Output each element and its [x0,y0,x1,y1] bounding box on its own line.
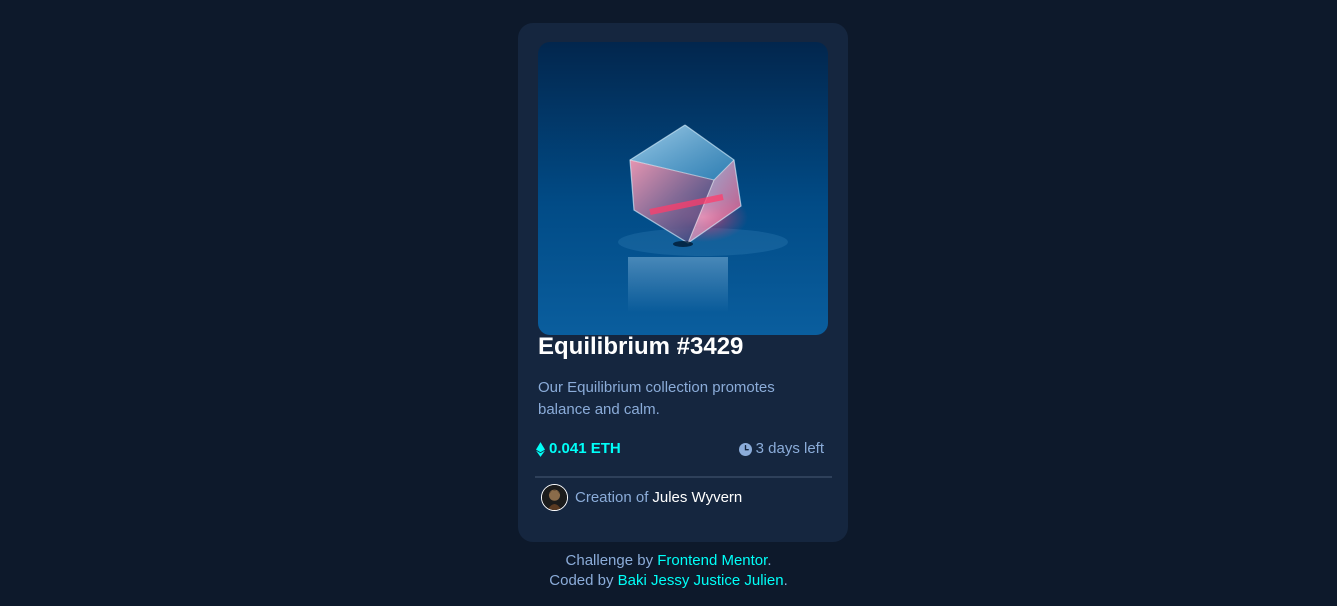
attribution-line1-suffix: . [767,552,772,569]
price-info: 0.041 ETH [536,440,621,458]
attribution-line-2: Coded by Baki Jessy Justice Julien. [0,571,1337,591]
attribution-coded-prefix: Coded by [549,572,614,589]
attribution-challenge-prefix: Challenge by [565,552,654,569]
ethereum-icon [536,441,545,457]
creator-prefix: Creation of [575,489,649,506]
divider [535,476,832,478]
nft-card: Equilibrium #3429 Our Equilibrium collec… [518,23,848,542]
author-link[interactable]: Baki Jessy Justice Julien [618,572,784,589]
time-remaining: 3 days left [738,440,824,458]
frontend-mentor-link[interactable]: Frontend Mentor [657,552,767,569]
nft-description: Our Equilibrium collection promotes bala… [538,379,775,418]
clock-icon [738,442,752,456]
attribution-line2-suffix: . [783,572,788,589]
attribution-line-1: Challenge by Frontend Mentor. [0,551,1337,571]
nft-title[interactable]: Equilibrium #3429 [538,333,743,361]
price-value: 0.041 ETH [549,440,621,457]
creator-avatar[interactable] [541,484,568,511]
time-value: 3 days left [755,440,824,457]
attribution: Challenge by Frontend Mentor. Coded by B… [0,551,1337,591]
creator-info: Creation of Jules Wyvern [541,484,742,511]
creator-name[interactable]: Jules Wyvern [652,489,742,506]
nft-artwork-image[interactable] [538,42,828,335]
